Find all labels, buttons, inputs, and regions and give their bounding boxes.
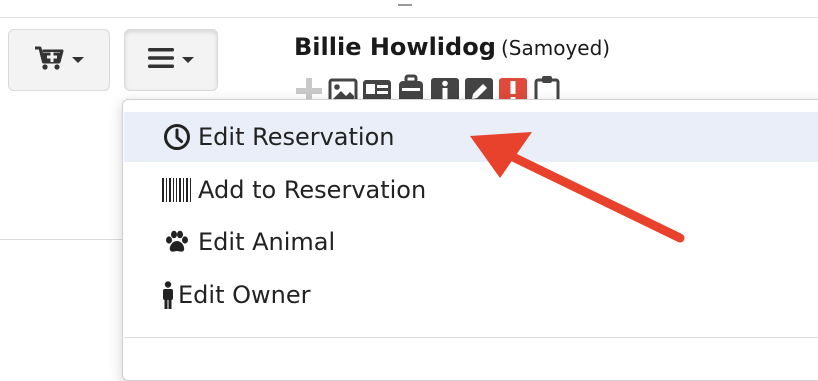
menu-item-edit-animal[interactable]: Edit Animal bbox=[124, 217, 818, 267]
menu-item-edit-owner[interactable]: Edit Owner bbox=[124, 270, 818, 320]
hamburger-icon bbox=[148, 47, 174, 73]
menu-item-label: Edit Animal bbox=[198, 228, 336, 256]
paw-icon bbox=[162, 227, 192, 257]
chevron-down-icon bbox=[72, 57, 84, 63]
chevron-down-icon bbox=[182, 57, 194, 63]
menu-item-label: Edit Reservation bbox=[198, 123, 395, 151]
actions-menu-button[interactable] bbox=[124, 29, 218, 91]
menu-item-label: Add to Reservation bbox=[198, 176, 427, 204]
person-icon bbox=[162, 280, 174, 310]
menu-item-edit-reservation[interactable]: Edit Reservation bbox=[124, 112, 818, 162]
left-panel-divider bbox=[0, 239, 124, 240]
menu-divider bbox=[124, 337, 818, 338]
animal-breed: (Samoyed) bbox=[500, 36, 611, 60]
menu-item-add-to-reservation[interactable]: Add to Reservation bbox=[124, 165, 818, 215]
clock-icon bbox=[162, 122, 192, 152]
cart-plus-icon bbox=[34, 45, 64, 75]
menu-item-label: Edit Owner bbox=[178, 281, 311, 309]
animal-header: Billie Howlidog (Samoyed) bbox=[294, 32, 610, 65]
top-edge-fragment bbox=[398, 0, 412, 6]
actions-dropdown-menu: Edit Reservation Add to Reservation Edit… bbox=[122, 99, 818, 381]
top-border bbox=[0, 17, 818, 18]
animal-name[interactable]: Billie Howlidog bbox=[294, 33, 496, 61]
barcode-icon bbox=[162, 175, 192, 205]
add-to-cart-dropdown-button[interactable] bbox=[8, 29, 110, 91]
